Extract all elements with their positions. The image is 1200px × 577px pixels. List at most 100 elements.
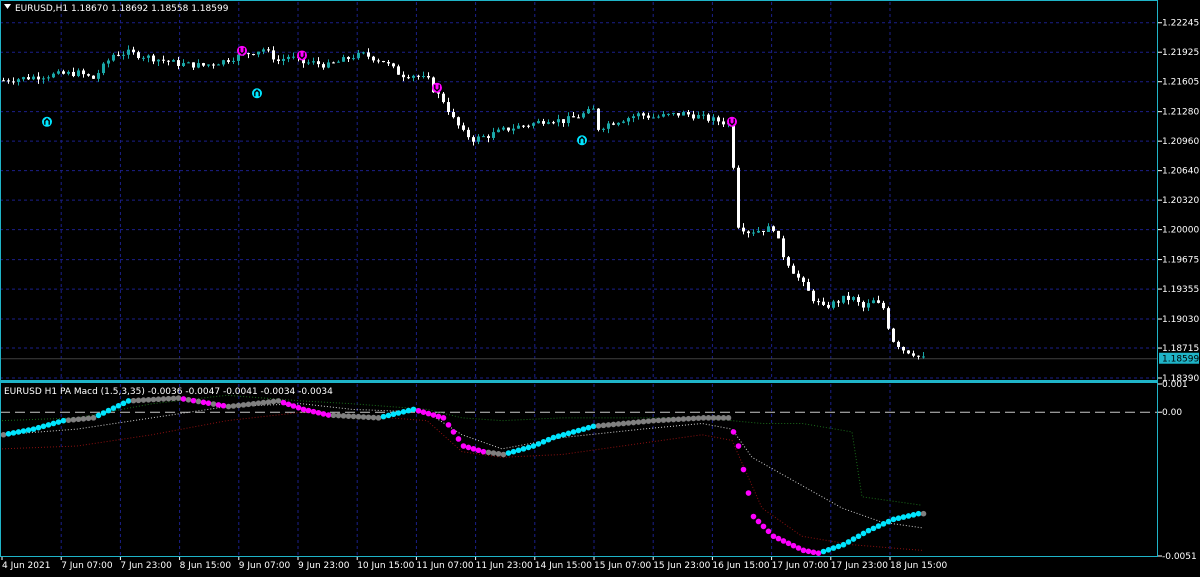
macd-point bbox=[90, 415, 97, 421]
macd-point bbox=[720, 415, 727, 421]
candle-body bbox=[62, 71, 65, 74]
candle-body bbox=[792, 265, 795, 274]
macd-point bbox=[110, 405, 117, 411]
candle-body bbox=[467, 129, 470, 138]
candle-body bbox=[712, 117, 715, 121]
candle-body bbox=[517, 125, 520, 129]
candle-body bbox=[37, 76, 40, 80]
macd-point bbox=[835, 543, 842, 550]
candle-body bbox=[852, 297, 855, 300]
macd-point bbox=[575, 427, 582, 434]
macd-point bbox=[0, 431, 7, 438]
candle-body bbox=[357, 52, 360, 59]
candle-body bbox=[722, 121, 725, 125]
candle-body bbox=[267, 49, 270, 51]
candle bbox=[597, 108, 600, 132]
macd-point bbox=[415, 407, 422, 414]
candle-body bbox=[32, 76, 35, 80]
macd-point bbox=[860, 530, 867, 537]
macd-point bbox=[685, 415, 692, 422]
macd-point bbox=[255, 400, 262, 406]
macd-point bbox=[880, 521, 887, 527]
macd-point bbox=[590, 423, 597, 430]
macd-point bbox=[875, 523, 882, 529]
candle-body bbox=[12, 81, 15, 83]
macd-point bbox=[220, 402, 227, 409]
candle-body bbox=[52, 73, 55, 78]
macd-point bbox=[130, 397, 137, 404]
candle-body bbox=[392, 63, 395, 67]
macd-point bbox=[725, 415, 732, 421]
candle-body bbox=[817, 301, 820, 303]
macd-point bbox=[555, 433, 562, 439]
macd-point bbox=[65, 417, 72, 423]
candle-body bbox=[687, 112, 690, 115]
macd-point bbox=[360, 414, 367, 420]
macd-point bbox=[430, 412, 437, 418]
macd-point bbox=[770, 533, 777, 540]
candle-body bbox=[702, 114, 705, 116]
candle-body bbox=[337, 61, 340, 63]
candle-body bbox=[92, 75, 95, 79]
candle-body bbox=[277, 59, 280, 61]
macd-point bbox=[200, 399, 207, 406]
macd-point bbox=[870, 525, 877, 532]
candle-body bbox=[782, 238, 785, 258]
macd-point bbox=[465, 444, 472, 451]
candle-body bbox=[877, 300, 880, 303]
candle-body bbox=[327, 62, 330, 68]
candle-body bbox=[707, 114, 710, 121]
candle-body bbox=[147, 55, 150, 58]
candle-body bbox=[22, 77, 25, 80]
macd-point bbox=[490, 450, 497, 456]
macd-point bbox=[50, 420, 57, 427]
macd-point bbox=[205, 400, 212, 406]
macd-point bbox=[790, 542, 797, 549]
macd-point bbox=[785, 540, 792, 547]
candle-body bbox=[567, 116, 570, 124]
macd-point bbox=[445, 422, 452, 428]
macd-point bbox=[20, 428, 27, 434]
candle-body bbox=[42, 78, 45, 80]
macd-point bbox=[740, 466, 747, 473]
pane-separator[interactable] bbox=[0, 380, 1158, 383]
macd-point bbox=[405, 407, 412, 414]
macd-point bbox=[640, 418, 647, 425]
candle-body bbox=[247, 53, 250, 55]
macd-point bbox=[600, 422, 607, 429]
macd-point bbox=[355, 413, 362, 420]
price-tick-label: 1.20000 bbox=[1162, 226, 1199, 236]
candle-body bbox=[857, 297, 860, 303]
price-header-text: EURUSD,H1 1.18670 1.18692 1.18558 1.1859… bbox=[15, 4, 229, 14]
candle-body bbox=[617, 122, 620, 125]
candle-body bbox=[262, 49, 265, 52]
candle-body bbox=[212, 64, 215, 66]
candle-body bbox=[717, 117, 720, 122]
macd-point bbox=[730, 429, 737, 435]
macd-point bbox=[670, 416, 677, 423]
arrow-down-icon bbox=[237, 45, 247, 56]
candle-body bbox=[177, 60, 180, 66]
candle-body bbox=[737, 167, 740, 228]
candle-body bbox=[772, 226, 775, 231]
macd-point bbox=[395, 410, 402, 416]
macd-point bbox=[380, 413, 387, 420]
macd-point bbox=[895, 515, 902, 522]
time-tick-label: 9 Jun 07:00 bbox=[239, 561, 291, 571]
candle-body bbox=[612, 123, 615, 125]
candle-body bbox=[757, 230, 760, 233]
arrow-down-icon bbox=[432, 82, 442, 93]
candle-body bbox=[677, 113, 680, 116]
macd-point bbox=[115, 402, 122, 409]
candle-body bbox=[187, 62, 190, 64]
candle-body bbox=[102, 63, 105, 74]
candle-body bbox=[477, 136, 480, 142]
candle-body bbox=[697, 114, 700, 119]
macd-point bbox=[890, 516, 897, 523]
candle-body bbox=[257, 51, 260, 55]
macd-point bbox=[780, 538, 787, 544]
candle-body bbox=[237, 54, 240, 61]
macd-point bbox=[325, 412, 332, 418]
macd-point bbox=[515, 447, 522, 454]
macd-point bbox=[370, 414, 377, 421]
